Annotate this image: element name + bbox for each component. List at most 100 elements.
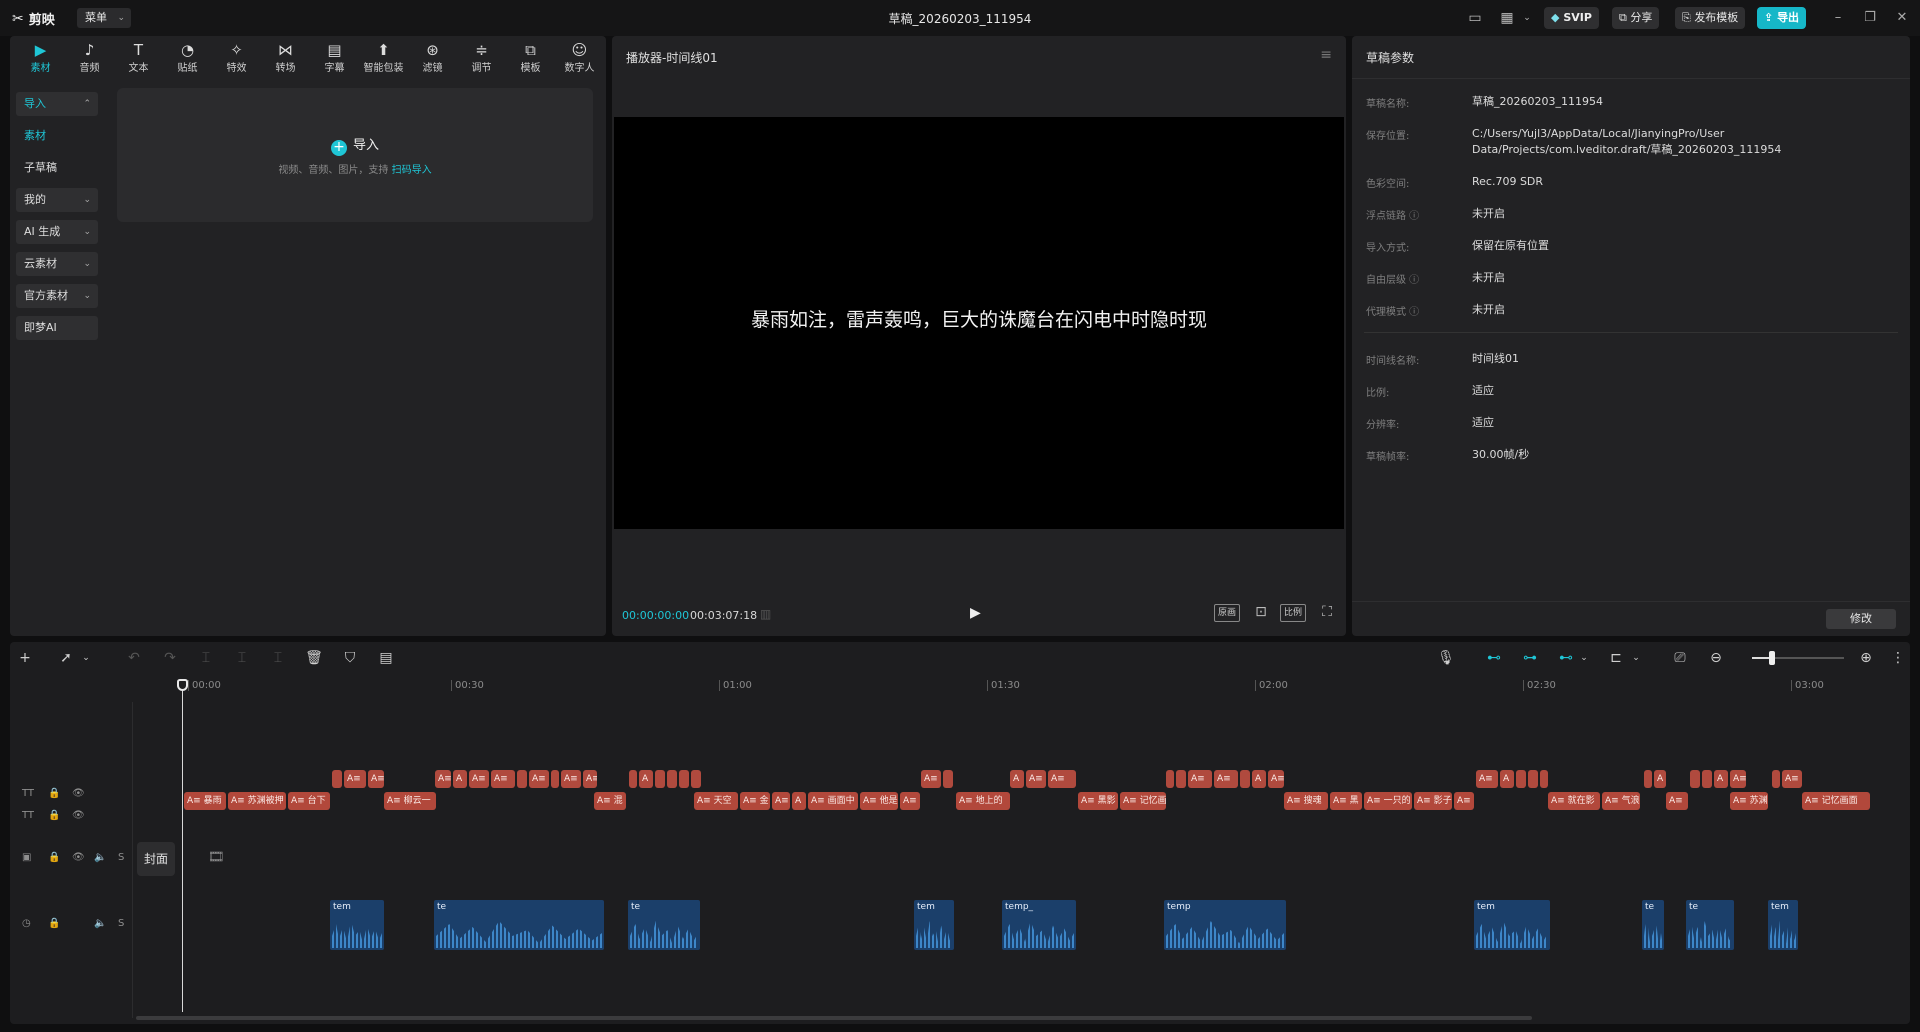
eye-icon[interactable]: 👁 [72, 810, 85, 821]
text-clip[interactable]: A≡ 一只的 [1364, 792, 1412, 810]
text-clip[interactable]: A≡ [1782, 770, 1802, 788]
text-clip[interactable]: A≡ 苏渊 [1730, 792, 1768, 810]
publish-template-button[interactable]: ⎘ 发布模板 [1675, 7, 1746, 29]
caption-edit-icon[interactable]: ▤ [376, 648, 396, 668]
text-clip[interactable]: A≡ [1268, 770, 1284, 788]
text-clip[interactable]: A≡ 地上的 [956, 792, 1010, 810]
restore-icon[interactable]: ❐ [1860, 8, 1880, 28]
text-clip[interactable] [517, 770, 527, 788]
text-clip[interactable] [943, 770, 953, 788]
tab-effects[interactable]: ✧ 特效 [212, 36, 261, 78]
text-clip[interactable]: A≡ 画面中 [808, 792, 858, 810]
text-clip[interactable]: A≡ 台下 [288, 792, 330, 810]
text-clip[interactable]: A≡ [469, 770, 489, 788]
modify-button[interactable]: 修改 [1826, 609, 1896, 629]
zoom-in-icon[interactable]: ⊕ [1856, 648, 1876, 668]
text-clip[interactable]: A≡ 天空 [694, 792, 738, 810]
close-icon[interactable]: ✕ [1892, 8, 1912, 28]
text-clip[interactable] [1702, 770, 1712, 788]
text-clip[interactable]: A≡ 记忆画 [1120, 792, 1166, 810]
text-clip[interactable]: A≡ [583, 770, 597, 788]
chevron-down-icon[interactable]: ⌄ [1574, 648, 1594, 668]
main-track-magnet-icon[interactable]: ⊷ [1484, 648, 1504, 668]
text-clip[interactable]: A [639, 770, 653, 788]
text-clip[interactable]: A≡ [1476, 770, 1498, 788]
time-ruler[interactable]: 00:00 00:30 01:00 01:30 02:00 02:30 03:0… [10, 675, 1910, 697]
audio-clip[interactable]: tem [330, 900, 384, 950]
tab-adjust[interactable]: ≑ 调节 [457, 36, 506, 78]
eye-icon[interactable]: 👁 [72, 788, 85, 799]
text-clip[interactable]: A≡ [1048, 770, 1076, 788]
text-clip[interactable]: A≡ [1188, 770, 1212, 788]
text-clip[interactable] [1690, 770, 1700, 788]
sidebar-item-cloud[interactable]: 云素材 ⌄ [16, 252, 98, 276]
text-clip[interactable]: A≡ 金 [740, 792, 770, 810]
text-clip[interactable]: A≡ 他是 [860, 792, 898, 810]
text-clip[interactable] [629, 770, 637, 788]
menu-icon[interactable]: ≡ [1320, 47, 1332, 63]
sidebar-item-sub-draft[interactable]: 子草稿 [16, 156, 98, 180]
text-clip[interactable]: A≡ 黑影 [1078, 792, 1118, 810]
text-clip[interactable] [1176, 770, 1186, 788]
text-clip[interactable]: A [453, 770, 467, 788]
text-clip[interactable] [551, 770, 559, 788]
text-clip[interactable]: A≡ [1730, 770, 1746, 788]
audio-clip[interactable]: temp_ [1002, 900, 1076, 950]
playhead-line[interactable] [182, 680, 183, 1012]
tab-sticker[interactable]: ◔ 贴纸 [163, 36, 212, 78]
sidebar-item-official[interactable]: 官方素材 ⌄ [16, 284, 98, 308]
text-clip[interactable] [1240, 770, 1250, 788]
quality-button[interactable]: 原画 [1214, 604, 1241, 622]
add-icon[interactable]: + [15, 648, 35, 668]
text-clip[interactable]: A≡ [344, 770, 366, 788]
text-clip[interactable]: A≡ [561, 770, 581, 788]
play-icon[interactable]: ▶ [970, 605, 981, 621]
split-left-icon[interactable]: ⌶ [232, 648, 252, 668]
fit-timeline-icon[interactable]: ⎚ [1670, 648, 1690, 668]
lock-icon[interactable]: 🔒 [48, 810, 60, 821]
text-clip[interactable] [1516, 770, 1526, 788]
ratio-button[interactable]: 比例 [1280, 604, 1307, 622]
audio-clip[interactable]: te [434, 900, 604, 950]
tab-template[interactable]: ⧉ 模板 [506, 36, 555, 78]
microphone-icon[interactable]: 🎙 [1436, 648, 1456, 668]
text-clip[interactable]: A≡ 暴雨 [184, 792, 226, 810]
text-clip[interactable] [1166, 770, 1174, 788]
delete-icon[interactable]: 🗑 [304, 648, 324, 668]
horizontal-scrollbar[interactable] [136, 1016, 1532, 1020]
text-clip[interactable]: A≡ [1026, 770, 1046, 788]
eye-icon[interactable]: 👁 [72, 852, 85, 863]
text-clip[interactable]: A [1654, 770, 1666, 788]
split-icon[interactable]: ⌶ [196, 648, 216, 668]
sidebar-item-ai-generate[interactable]: AI 生成 ⌄ [16, 220, 98, 244]
text-clip[interactable]: A≡ [529, 770, 549, 788]
chevron-down-icon[interactable]: ⌄ [76, 648, 96, 668]
solo-label[interactable]: S [118, 918, 124, 929]
text-clip[interactable] [691, 770, 701, 788]
tab-digital-human[interactable]: ☺ 数字人 [555, 36, 604, 78]
cover-button[interactable]: 封面 [137, 842, 175, 876]
text-clip[interactable]: A≡ [1454, 792, 1474, 810]
text-clip[interactable]: A [792, 792, 806, 810]
import-button[interactable]: + 导入 [117, 134, 593, 156]
text-clip[interactable]: A≡ 黑 [1330, 792, 1362, 810]
tab-media[interactable]: ▶ 素材 [16, 36, 65, 78]
speaker-icon[interactable]: 🔈 [94, 852, 106, 863]
split-right-icon[interactable]: ⌶ [268, 648, 288, 668]
text-clip[interactable] [1644, 770, 1652, 788]
linkage-icon[interactable]: ⊷ [1556, 648, 1576, 668]
audio-clip[interactable]: temp [1164, 900, 1286, 950]
lock-icon[interactable]: 🔒 [48, 852, 60, 863]
text-clip[interactable]: A≡ 影子 [1414, 792, 1452, 810]
audio-clip[interactable]: te [1642, 900, 1664, 950]
text-clip[interactable] [655, 770, 665, 788]
lock-icon[interactable]: 🔒 [48, 788, 60, 799]
tab-caption[interactable]: ▤ 字幕 [310, 36, 359, 78]
marker-icon[interactable]: ⛉ [340, 648, 360, 668]
export-button[interactable]: ⇪ 导出 [1757, 7, 1807, 29]
speaker-icon[interactable]: 🔈 [94, 918, 106, 929]
text-clip[interactable]: A≡ 搜魂 [1284, 792, 1328, 810]
audio-clip[interactable]: tem [1474, 900, 1550, 950]
text-clip[interactable]: A≡ [368, 770, 384, 788]
text-clip[interactable] [1772, 770, 1780, 788]
